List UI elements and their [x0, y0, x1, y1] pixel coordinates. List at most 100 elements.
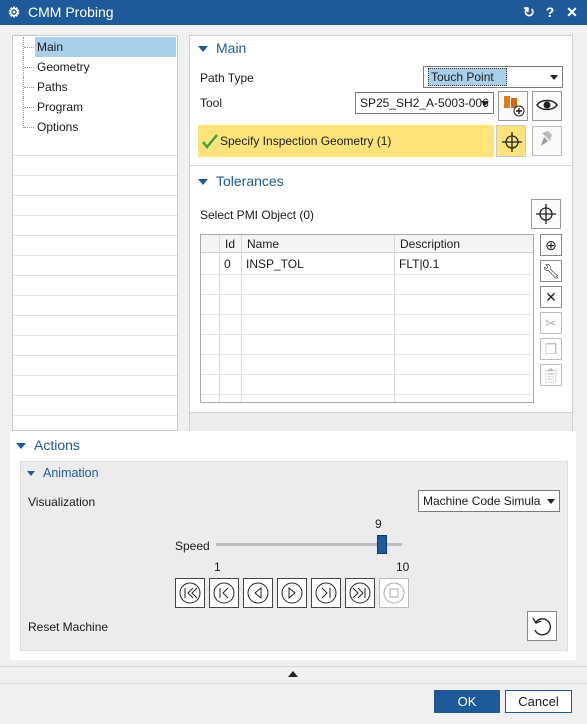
chevron-down-icon	[550, 75, 558, 80]
play-reverse-button[interactable]	[243, 578, 273, 608]
select-pmi-label: Select PMI Object (0)	[200, 208, 315, 222]
ok-button[interactable]: OK	[434, 690, 500, 713]
display-tool-button[interactable]	[532, 91, 562, 121]
specify-geometry-label: Specify Inspection Geometry (1)	[220, 134, 392, 148]
table-row-divider	[201, 374, 533, 375]
play-reverse-icon	[247, 582, 269, 604]
close-icon[interactable]: ✕	[563, 3, 581, 21]
tree-item-label: Geometry	[37, 60, 90, 74]
select-geometry-button[interactable]	[496, 125, 526, 157]
collapse-triangle-icon	[27, 471, 35, 477]
create-tool-button[interactable]	[498, 91, 528, 121]
tree-item-paths[interactable]: Paths	[13, 77, 177, 97]
cut-button[interactable]: ✂	[540, 312, 562, 334]
tool-dropdown[interactable]: SP25_SH2_A-5003-006	[355, 92, 494, 114]
table-row-divider	[201, 354, 533, 355]
table-row[interactable]: 0 INSP_TOL FLT|0.1	[201, 254, 533, 274]
skip-to-end-icon	[349, 582, 371, 604]
tree-item-main[interactable]: Main	[13, 37, 177, 57]
tree-row-divider	[13, 355, 177, 356]
animation-section-header[interactable]: Animation	[27, 466, 99, 480]
specify-geometry-row[interactable]: Specify Inspection Geometry (1)	[198, 125, 494, 157]
add-button[interactable]: ⊕	[540, 234, 562, 256]
step-forward-button[interactable]	[311, 578, 341, 608]
speed-label: Speed	[175, 539, 210, 553]
tree-item-geometry[interactable]: Geometry	[13, 57, 177, 77]
paste-button[interactable]: 📋︎	[540, 364, 562, 386]
copy-icon: ❐	[544, 341, 558, 357]
collapse-triangle-icon	[198, 46, 208, 53]
column-header-description: Description	[400, 237, 461, 251]
cancel-button[interactable]: Cancel	[505, 690, 572, 713]
tree-item-label: Paths	[37, 80, 68, 94]
close-icon: ✕	[545, 289, 557, 305]
reset-machine-label: Reset Machine	[28, 620, 109, 634]
reset-icon[interactable]: ↻	[520, 3, 538, 21]
play-forward-button[interactable]	[277, 578, 307, 608]
rewind-to-start-button[interactable]	[175, 578, 205, 608]
visualization-label: Visualization	[28, 495, 96, 509]
chevron-up-icon	[288, 671, 298, 677]
crosshair-icon	[502, 132, 522, 152]
divider	[190, 165, 572, 166]
tool-value: SP25_SH2_A-5003-006	[360, 96, 489, 110]
delete-button[interactable]: ✕	[540, 286, 562, 308]
table-row-divider	[201, 274, 533, 275]
tree-row-divider	[13, 155, 177, 156]
tree-row-divider	[13, 275, 177, 276]
reset-machine-button[interactable]	[527, 611, 557, 641]
tree-row-divider	[13, 375, 177, 376]
collapse-bar[interactable]	[0, 666, 587, 684]
actions-section-header[interactable]: Actions	[16, 437, 80, 453]
select-pmi-button[interactable]	[531, 199, 561, 229]
tree-row-divider	[13, 395, 177, 396]
wrench-icon: 🔧︎	[542, 263, 560, 279]
column-header-id: Id	[225, 237, 236, 251]
tool-library-icon	[504, 96, 525, 117]
tolerances-section-header[interactable]: Tolerances	[198, 173, 284, 189]
actions-panel: Actions Animation Visualization Machine …	[10, 431, 576, 660]
display-geometry-button[interactable]	[532, 126, 562, 156]
tree-row-divider	[13, 215, 177, 216]
settings-panel: Main Path Type Touch Point Tool SP25_SH2…	[189, 35, 573, 431]
tree-item-label: Main	[35, 37, 176, 57]
tree-item-program[interactable]: Program	[13, 97, 177, 117]
tree-row-divider	[13, 315, 177, 316]
main-section-header[interactable]: Main	[198, 40, 246, 56]
cell-description: FLT|0.1	[399, 257, 440, 271]
visualization-value: Machine Code Simula	[423, 494, 541, 508]
tree-row-divider	[13, 195, 177, 196]
path-type-dropdown[interactable]: Touch Point	[423, 66, 563, 88]
cell-name: INSP_TOL	[246, 257, 304, 271]
column-header-name: Name	[247, 237, 280, 251]
edit-button[interactable]: 🔧︎	[540, 260, 562, 282]
path-type-label: Path Type	[200, 71, 254, 85]
speed-min-label: 1	[214, 560, 221, 574]
step-back-button[interactable]	[209, 578, 239, 608]
play-icon	[281, 582, 303, 604]
speed-slider[interactable]	[216, 543, 402, 546]
navigation-tree: Main Geometry Paths Program Options	[12, 35, 178, 431]
visualization-dropdown[interactable]: Machine Code Simula	[418, 490, 560, 512]
tree-item-options[interactable]: Options	[13, 117, 177, 137]
help-icon[interactable]: ?	[541, 3, 559, 21]
speed-value-label: 9	[375, 517, 382, 531]
pmi-table: Id Name Description 0 INSP_TOL FLT|0.1	[200, 234, 534, 403]
tree-row-divider	[13, 235, 177, 236]
cell-id: 0	[224, 257, 231, 271]
chevron-down-icon	[481, 101, 489, 106]
speed-slider-thumb[interactable]	[376, 535, 387, 554]
path-type-value: Touch Point	[428, 68, 507, 86]
flashlight-icon	[541, 131, 552, 146]
tree-item-label: Program	[37, 100, 84, 114]
stop-button[interactable]	[379, 578, 409, 608]
copy-button[interactable]: ❐	[540, 338, 562, 360]
collapse-triangle-icon	[198, 179, 208, 186]
tree-row-divider	[13, 335, 177, 336]
paste-icon: 📋︎	[542, 367, 560, 383]
speed-max-label: 10	[396, 560, 410, 574]
tree-item-label: Options	[37, 120, 79, 134]
step-back-icon	[213, 582, 235, 604]
crosshair-icon	[536, 204, 556, 224]
forward-to-end-button[interactable]	[345, 578, 375, 608]
